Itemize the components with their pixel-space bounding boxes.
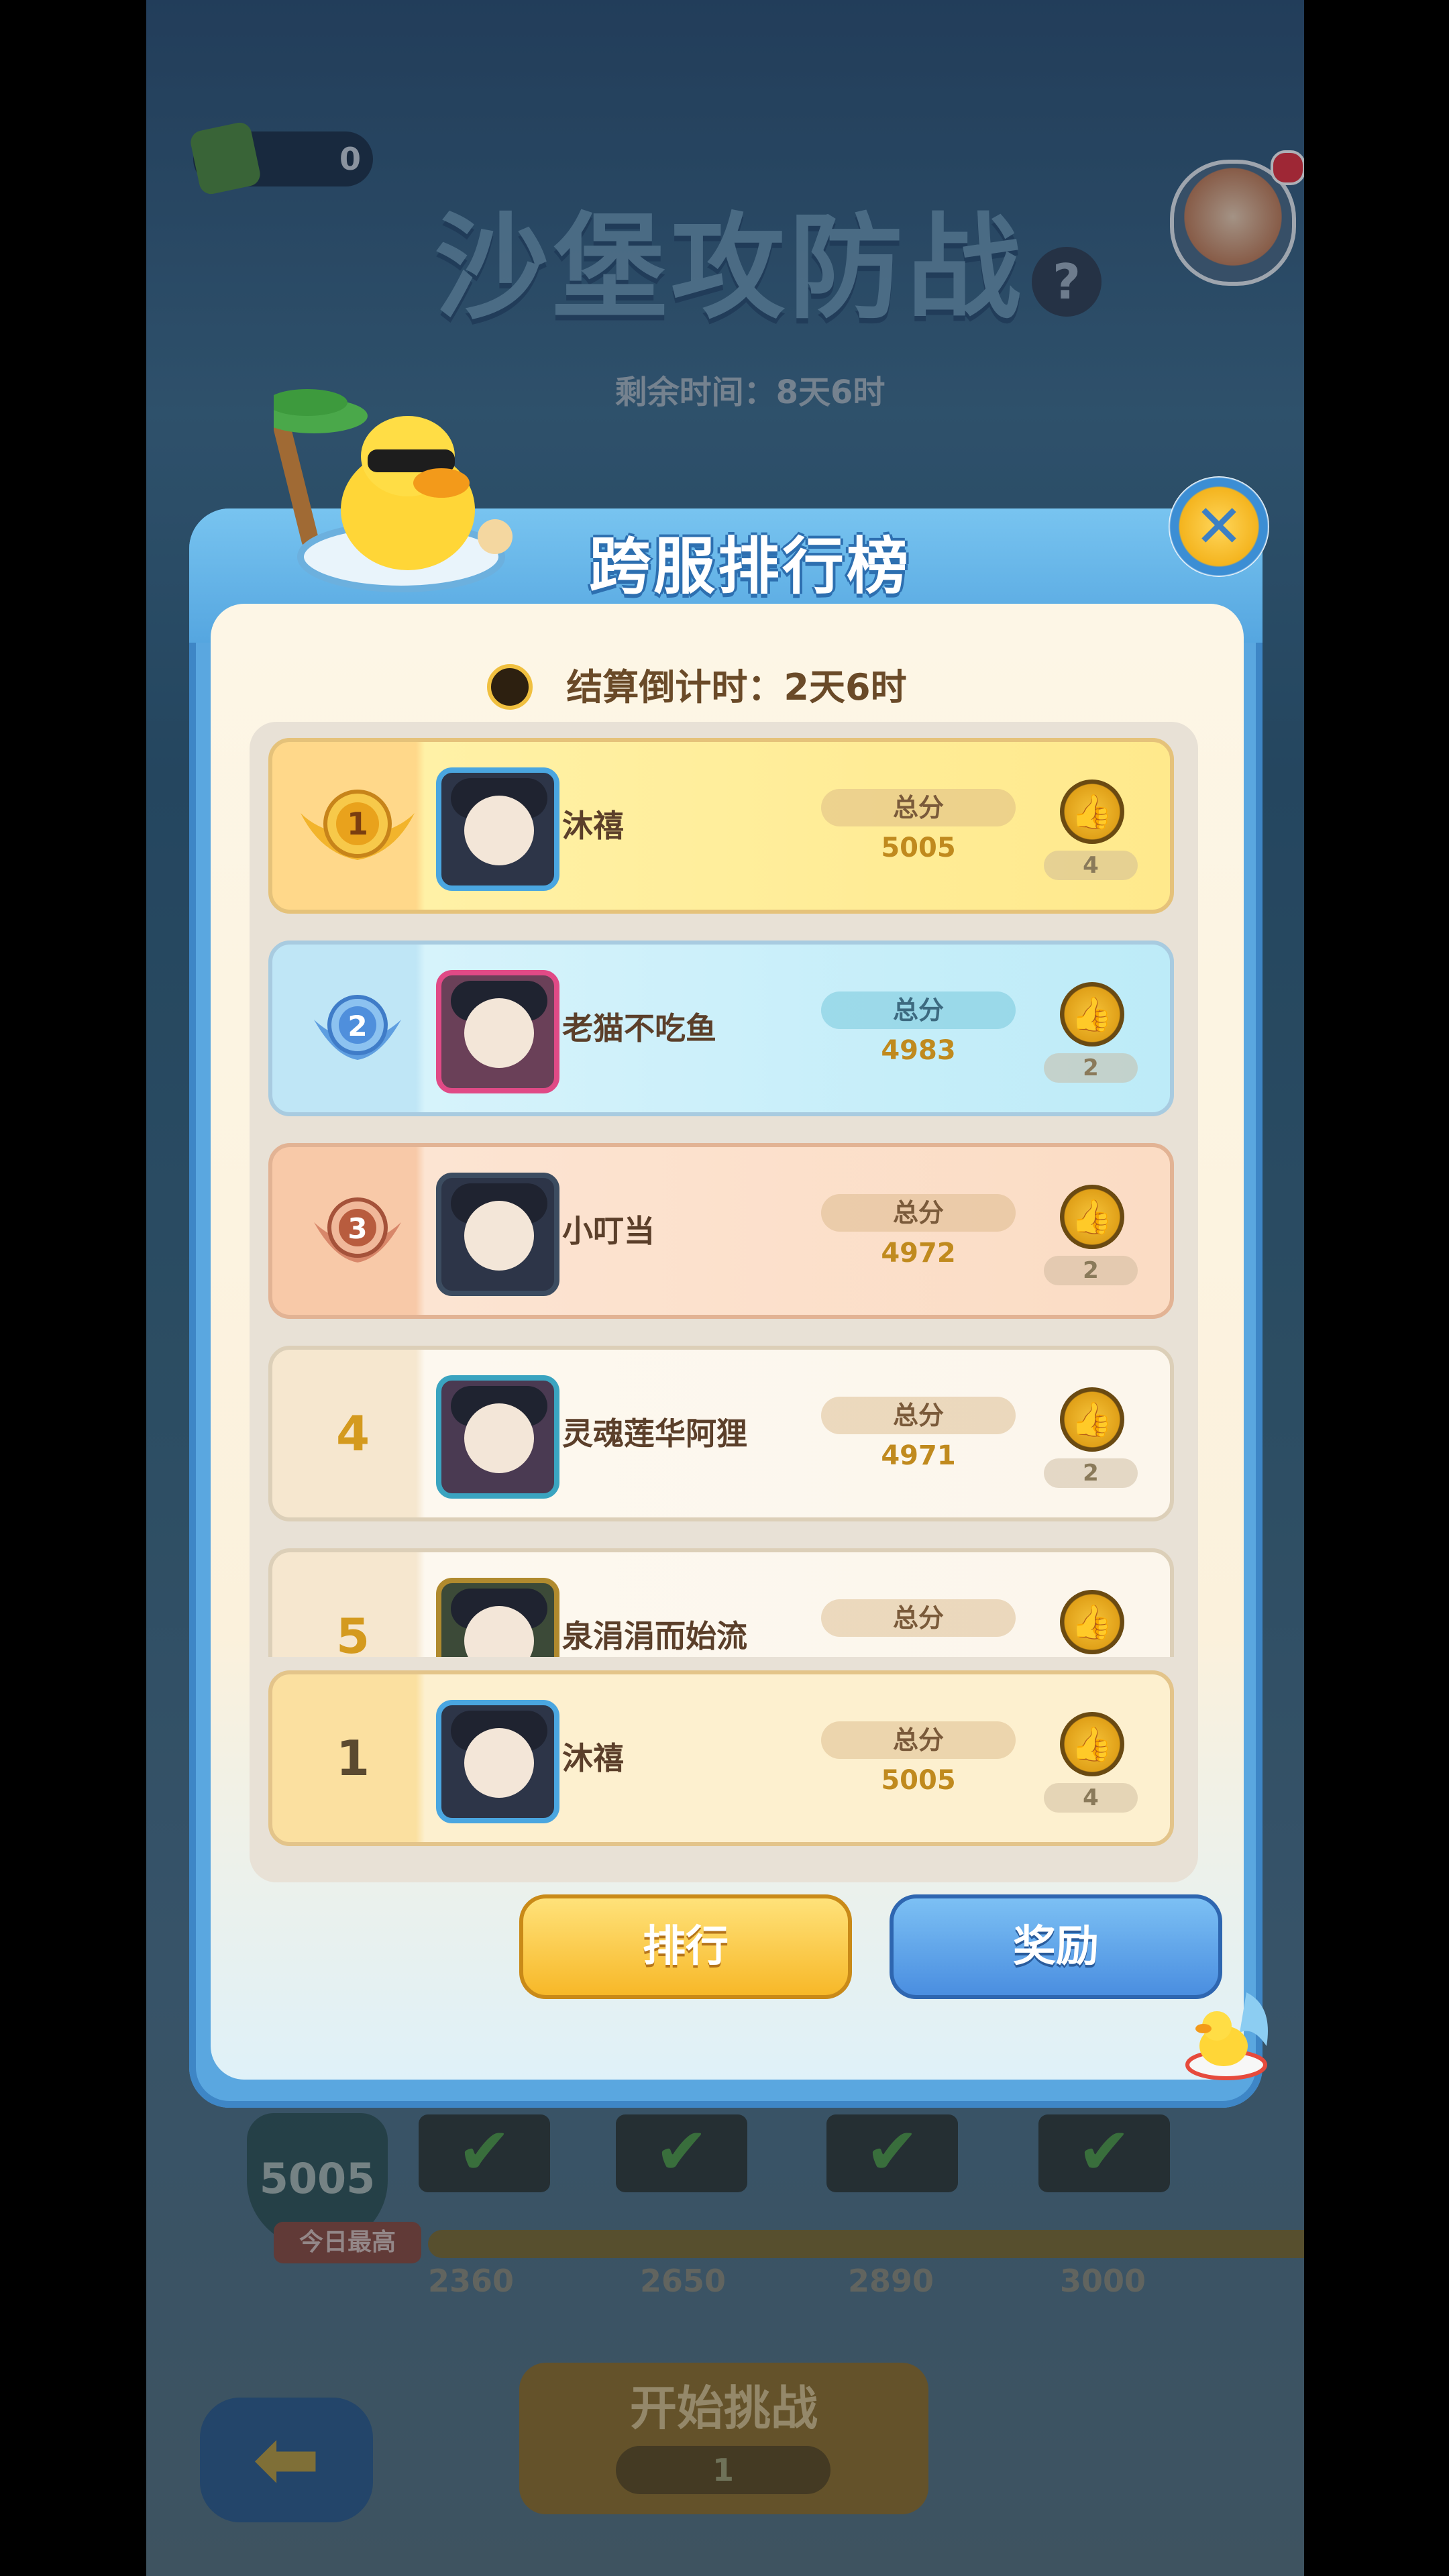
tab-reward[interactable]: 奖励 [890, 1894, 1222, 1999]
thumbs-up-icon: 👍 [1071, 1603, 1114, 1642]
silver-medal-icon: 2 [314, 995, 401, 1060]
score-label: 总分 [821, 1599, 1016, 1637]
player-name: 小叮当 [562, 1213, 655, 1249]
thumbs-up-icon: 👍 [1071, 1197, 1114, 1236]
list-item[interactable]: 5 泉涓涓而始流 总分 👍 [268, 1548, 1174, 1657]
dialog-title: 跨服排行榜 [588, 531, 911, 602]
score-value: 4971 [881, 1440, 956, 1471]
avatar[interactable] [436, 970, 559, 1093]
score-label: 总分 [821, 1194, 1016, 1232]
player-name: 灵魂莲华阿狸 [562, 1415, 747, 1452]
rank-number: 1 [335, 1730, 370, 1786]
avatar[interactable] [436, 1700, 559, 1823]
tab-ranking[interactable]: 排行 [519, 1894, 852, 1999]
like-count: 2 [1044, 1458, 1138, 1488]
avatar[interactable] [436, 767, 559, 891]
leaderboard-list[interactable]: 1 沐禧 总分 5005 👍 4 2 老猫不吃鱼 总分 4983 👍 2 3 小… [250, 731, 1198, 1657]
avatar[interactable] [436, 1578, 559, 1657]
gold-medal-icon: 1 [301, 790, 415, 860]
avatar[interactable] [436, 1173, 559, 1296]
thumbs-up-icon: 👍 [1071, 1725, 1114, 1764]
like-count: 4 [1044, 1783, 1138, 1813]
thumbs-up-icon: 👍 [1071, 995, 1114, 1034]
svg-text:2: 2 [347, 1010, 367, 1042]
score-value: 5005 [881, 1765, 956, 1796]
list-item[interactable]: 3 小叮当 总分 4972 👍 2 [268, 1143, 1174, 1319]
rank-number: 5 [335, 1608, 370, 1657]
list-item[interactable]: 2 老猫不吃鱼 总分 4983 👍 2 [268, 941, 1174, 1116]
score-label: 总分 [821, 789, 1016, 826]
player-name: 沐禧 [562, 1740, 624, 1776]
svg-text:3: 3 [347, 1212, 367, 1245]
avatar[interactable] [436, 1375, 559, 1499]
settlement-countdown: 结算倒计时：2天6时 [566, 666, 907, 708]
list-item[interactable]: 4 灵魂莲华阿狸 总分 4971 👍 2 [268, 1346, 1174, 1521]
score-label: 总分 [821, 1721, 1016, 1759]
svg-text:1: 1 [347, 806, 368, 842]
score-label: 总分 [821, 991, 1016, 1029]
duck-float-icon [1185, 1992, 1268, 2080]
game-screen: 0 沙堡攻防战 ? 剩余时间：8天6时 5005 今日最高 ✔ ✔ ✔ ✔ 23… [146, 0, 1304, 2576]
score-label: 总分 [821, 1397, 1016, 1434]
score-value: 5005 [881, 833, 956, 863]
like-count: 2 [1044, 1256, 1138, 1285]
like-count: 2 [1044, 1053, 1138, 1083]
score-value: 4983 [881, 1035, 956, 1066]
close-icon: ✕ [1194, 492, 1244, 561]
thumbs-up-icon: 👍 [1071, 792, 1114, 831]
list-item[interactable]: 1 沐禧 总分 5005 👍 4 [268, 738, 1174, 914]
player-name: 沐禧 [562, 808, 624, 844]
bronze-medal-icon: 3 [314, 1197, 401, 1263]
my-rank-row: 1 沐禧 总分 5005 👍 4 [250, 1668, 1198, 1849]
player-name: 泉涓涓而始流 [562, 1618, 747, 1654]
thumbs-up-icon: 👍 [1071, 1400, 1114, 1439]
rank-number: 4 [335, 1405, 370, 1462]
score-value: 4972 [881, 1238, 956, 1269]
player-name: 老猫不吃鱼 [562, 1010, 716, 1046]
list-item[interactable]: 1 沐禧 总分 5005 👍 4 [268, 1670, 1174, 1846]
like-count: 4 [1044, 851, 1138, 880]
